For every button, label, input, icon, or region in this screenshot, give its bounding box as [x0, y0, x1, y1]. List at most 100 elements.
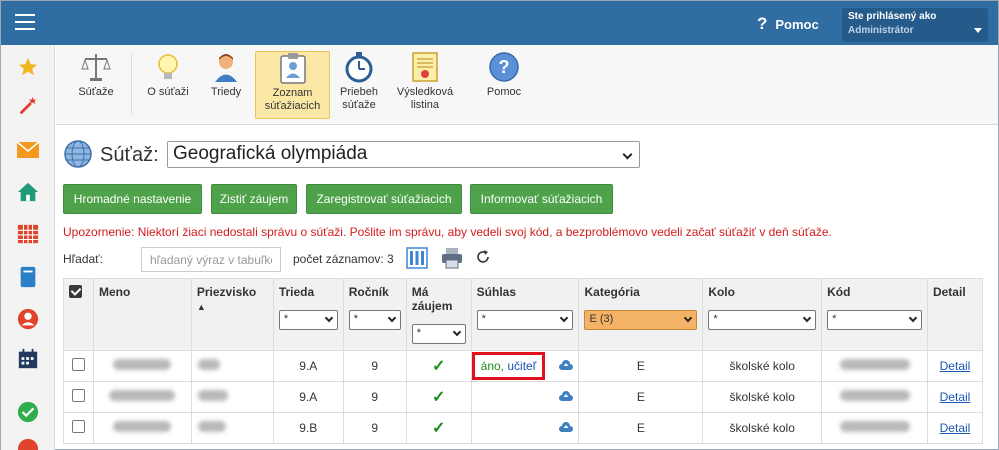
redacted-name [113, 421, 172, 432]
select-all-checkbox[interactable] [69, 285, 82, 298]
detail-cell: Detail [926, 412, 984, 444]
column-header-class[interactable]: Trieda * [272, 278, 344, 351]
consent-cell: áno, učiteľ [470, 350, 580, 382]
filter-class-select[interactable]: * [278, 310, 338, 330]
toolbar-about-button[interactable]: O súťaži [140, 51, 196, 119]
home-icon[interactable] [16, 180, 40, 204]
approved-icon[interactable] [16, 400, 40, 424]
schedule-icon[interactable] [16, 347, 40, 371]
code-cell [821, 381, 928, 413]
column-header-surname[interactable]: Priezvisko ▲ [190, 278, 274, 351]
user-circle-icon[interactable] [16, 307, 40, 331]
redacted-surname [197, 359, 220, 370]
category-cell: E [578, 412, 704, 444]
user-menu[interactable]: Ste prihlásený ako Administrátor [842, 8, 988, 42]
user-line-1: Ste prihlásený ako [848, 11, 937, 22]
column-header-year[interactable]: Ročník * [342, 278, 407, 351]
filter-round-select[interactable]: * [708, 310, 817, 330]
name-cell [92, 350, 192, 382]
round-cell: školské kolo [702, 412, 823, 444]
filter-consent-select[interactable]: * [476, 310, 574, 330]
envelope-icon[interactable] [16, 138, 40, 162]
filter-code-select[interactable]: * [827, 310, 922, 330]
chevron-down-icon [387, 313, 396, 323]
hamburger-menu-icon[interactable] [15, 14, 35, 30]
help-link[interactable]: ? Pomoc [757, 14, 819, 34]
print-icon[interactable] [441, 247, 463, 272]
detail-cell: Detail [926, 381, 984, 413]
toolbar-results-button[interactable]: Výsledková listina [390, 51, 460, 119]
toolbar-classes-button[interactable]: Triedy [201, 51, 251, 119]
star-icon[interactable] [16, 55, 40, 79]
column-header-round[interactable]: Kolo * [702, 278, 823, 351]
interest-cell: ✓ [405, 350, 472, 382]
find-interest-button[interactable]: Zistiť záujem [211, 184, 297, 214]
book-icon[interactable] [16, 265, 40, 289]
column-header-year-label: Ročník [348, 285, 389, 299]
refresh-icon[interactable] [476, 250, 490, 267]
detail-link[interactable]: Detail [940, 390, 971, 404]
toolbar-contests-button[interactable]: Súťaže [66, 51, 126, 119]
cloud-upload-icon[interactable] [559, 360, 574, 374]
redacted-name [109, 390, 176, 401]
search-input[interactable] [141, 247, 281, 272]
top-bar: ? Pomoc Ste prihlásený ako Administrátor [1, 1, 998, 45]
user-role: Administrátor [848, 25, 914, 36]
toolbar: Súťaže O súťaži Triedy Zoznam súťažiacic… [56, 45, 998, 125]
toolbar-label: Výsledková listina [396, 86, 454, 111]
redacted-code [839, 359, 910, 370]
category-cell: E [578, 381, 704, 413]
stopwatch-icon [343, 51, 375, 83]
contest-select[interactable]: Geografická olympiáda [167, 141, 640, 168]
name-cell [92, 412, 192, 444]
detail-link[interactable]: Detail [940, 359, 971, 373]
detail-cell: Detail [926, 350, 984, 382]
surname-cell [190, 350, 274, 382]
calendar-grid-icon[interactable] [16, 222, 40, 246]
toolbar-label: Zoznam súťažiacich [264, 87, 321, 112]
interest-cell: ✓ [405, 412, 472, 444]
column-header-interest[interactable]: Má záujem * [405, 278, 472, 351]
chevron-down-icon [684, 313, 693, 323]
column-header-consent[interactable]: Súhlas * [470, 278, 580, 351]
row-checkbox[interactable] [71, 358, 85, 371]
toolbar-contestants-button[interactable]: Zoznam súťažiacich [255, 51, 330, 119]
filter-category-select[interactable]: E (3) [584, 310, 698, 330]
column-header-consent-label: Súhlas [476, 285, 517, 299]
register-contestants-button[interactable]: Zaregistrovať súťažiacich [306, 184, 462, 214]
chevron-down-icon [974, 28, 982, 33]
column-header-code[interactable]: Kód * [821, 278, 928, 351]
svg-text:?: ? [499, 57, 510, 77]
sidebar [1, 45, 55, 450]
redacted-surname [197, 390, 228, 401]
row-checkbox[interactable] [71, 420, 85, 433]
cloud-upload-icon[interactable] [559, 422, 574, 436]
filter-interest-select[interactable]: * [411, 324, 466, 344]
filter-value: E (3) [589, 313, 614, 325]
inform-contestants-button[interactable]: Informovať súťažiacich [470, 184, 613, 214]
cloud-upload-icon[interactable] [559, 391, 574, 405]
class-cell: 9.B [272, 412, 344, 444]
consent-cell [470, 412, 580, 444]
columns-icon[interactable] [406, 247, 428, 272]
filter-value: * [832, 313, 837, 325]
row-checkbox[interactable] [71, 389, 85, 402]
help-icon: ? [488, 51, 520, 83]
name-cell [92, 381, 192, 413]
toolbar-help-button[interactable]: ? Pomoc [480, 51, 528, 119]
column-header-category[interactable]: Kategória E (3) [578, 278, 704, 351]
main-content: Súťaž: Geografická olympiáda Hromadné na… [56, 126, 998, 450]
globe-icon [64, 140, 92, 168]
alert-icon[interactable] [16, 437, 40, 450]
filter-value: * [713, 313, 718, 325]
magic-wand-icon[interactable] [16, 94, 40, 118]
bulk-settings-button[interactable]: Hromadné nastavenie [63, 184, 202, 214]
certificate-icon [409, 51, 441, 83]
toolbar-progress-button[interactable]: Priebeh súťaže [334, 51, 384, 119]
column-header-name[interactable]: Meno [92, 278, 192, 351]
chevron-down-icon [622, 149, 633, 160]
toolbar-label: Priebeh súťaže [340, 86, 378, 111]
detail-link[interactable]: Detail [940, 421, 971, 435]
filter-year-select[interactable]: * [348, 310, 401, 330]
surname-cell [190, 412, 274, 444]
